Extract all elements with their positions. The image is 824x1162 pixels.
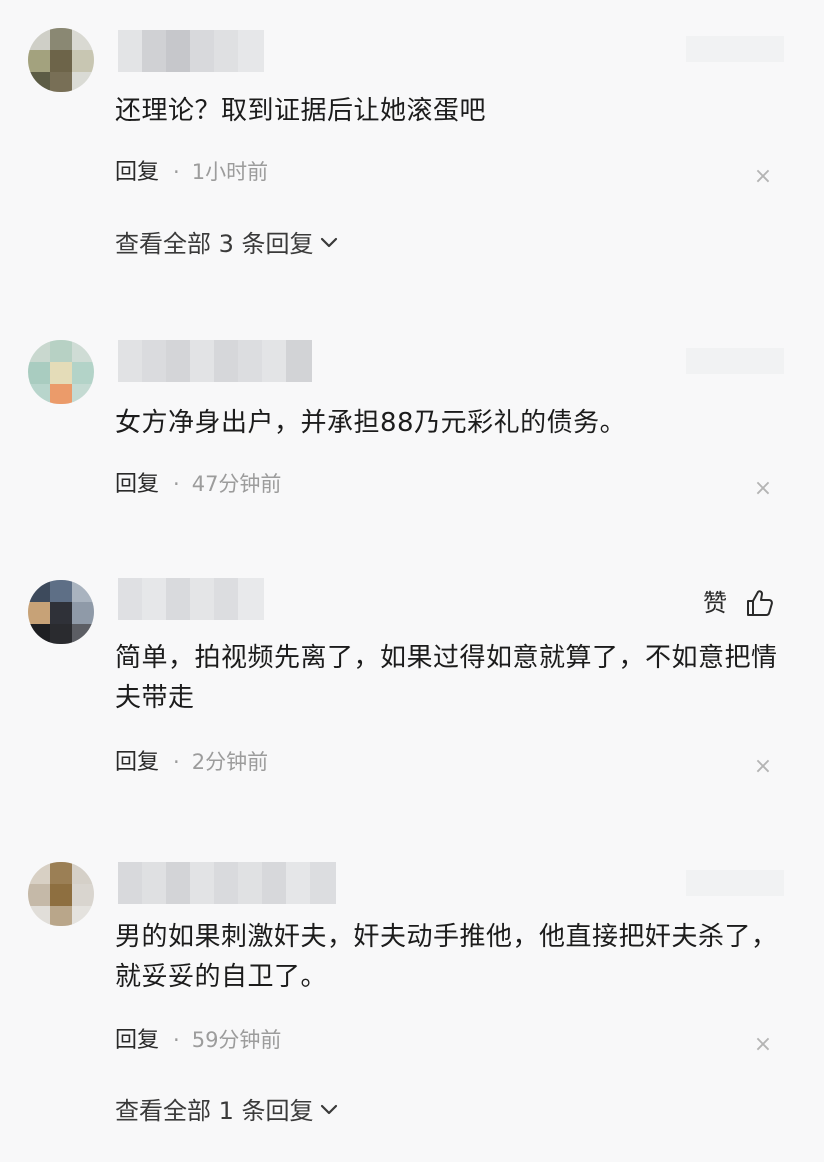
comment-meta: 回复 · 47分钟前 bbox=[115, 469, 281, 499]
comment-list: 还理论？取到证据后让她滚蛋吧 回复 · 1小时前 × 查看全部 3 条回复 女方… bbox=[0, 0, 824, 1162]
avatar[interactable] bbox=[28, 340, 94, 404]
thumbs-up-icon bbox=[747, 590, 773, 616]
view-all-replies-button[interactable]: 查看全部 3 条回复 bbox=[115, 227, 338, 261]
avatar[interactable] bbox=[28, 580, 94, 644]
chevron-down-icon bbox=[320, 1104, 337, 1115]
comment-time: 2分钟前 bbox=[191, 750, 269, 774]
comment-meta: 回复 · 1小时前 bbox=[115, 157, 268, 187]
separator-dot: · bbox=[173, 160, 180, 184]
comment-time: 47分钟前 bbox=[191, 472, 282, 496]
separator-dot: · bbox=[173, 1028, 180, 1052]
view-all-replies-button[interactable]: 查看全部 1 条回复 bbox=[115, 1094, 338, 1128]
username-blurred[interactable] bbox=[118, 30, 264, 72]
avatar[interactable] bbox=[28, 28, 94, 92]
username-blurred[interactable] bbox=[118, 862, 336, 904]
close-icon[interactable]: × bbox=[752, 1034, 774, 1056]
reply-button[interactable]: 回复 bbox=[115, 1028, 159, 1053]
reply-button[interactable]: 回复 bbox=[115, 750, 159, 775]
comment-text: 简单，拍视频先离了，如果过得如意就算了，不如意把情夫带走 bbox=[115, 643, 778, 713]
separator-dot: · bbox=[173, 472, 180, 496]
like-label: 赞 bbox=[703, 589, 727, 617]
comment-meta: 回复 · 59分钟前 bbox=[115, 1025, 281, 1055]
reply-button[interactable]: 回复 bbox=[115, 160, 159, 185]
username-blurred[interactable] bbox=[118, 578, 264, 620]
comment-text: 男的如果刺激奸夫，奸夫动手推他，他直接把奸夫杀了，就妥妥的自卫了。 bbox=[115, 922, 778, 992]
close-icon[interactable]: × bbox=[752, 478, 774, 500]
comment-time: 1小时前 bbox=[191, 160, 269, 184]
chevron-down-icon bbox=[320, 237, 337, 248]
view-all-replies-label: 查看全部 1 条回复 bbox=[115, 1097, 314, 1125]
comment-text: 还理论？取到证据后让她滚蛋吧 bbox=[115, 96, 487, 126]
blurred-region bbox=[686, 348, 784, 374]
comment-text: 女方净身出户，并承担88乃元彩礼的债务。 bbox=[115, 408, 627, 438]
blurred-region bbox=[686, 36, 784, 62]
close-icon[interactable]: × bbox=[752, 756, 774, 778]
comment-time: 59分钟前 bbox=[191, 1028, 282, 1052]
separator-dot: · bbox=[173, 750, 180, 774]
username-blurred[interactable] bbox=[118, 340, 312, 382]
comment-meta: 回复 · 2分钟前 bbox=[115, 747, 268, 777]
blurred-region bbox=[686, 870, 784, 896]
like-button[interactable]: 赞 bbox=[703, 586, 777, 620]
reply-button[interactable]: 回复 bbox=[115, 472, 159, 497]
close-icon[interactable]: × bbox=[752, 166, 774, 188]
view-all-replies-label: 查看全部 3 条回复 bbox=[115, 230, 314, 258]
avatar[interactable] bbox=[28, 862, 94, 926]
